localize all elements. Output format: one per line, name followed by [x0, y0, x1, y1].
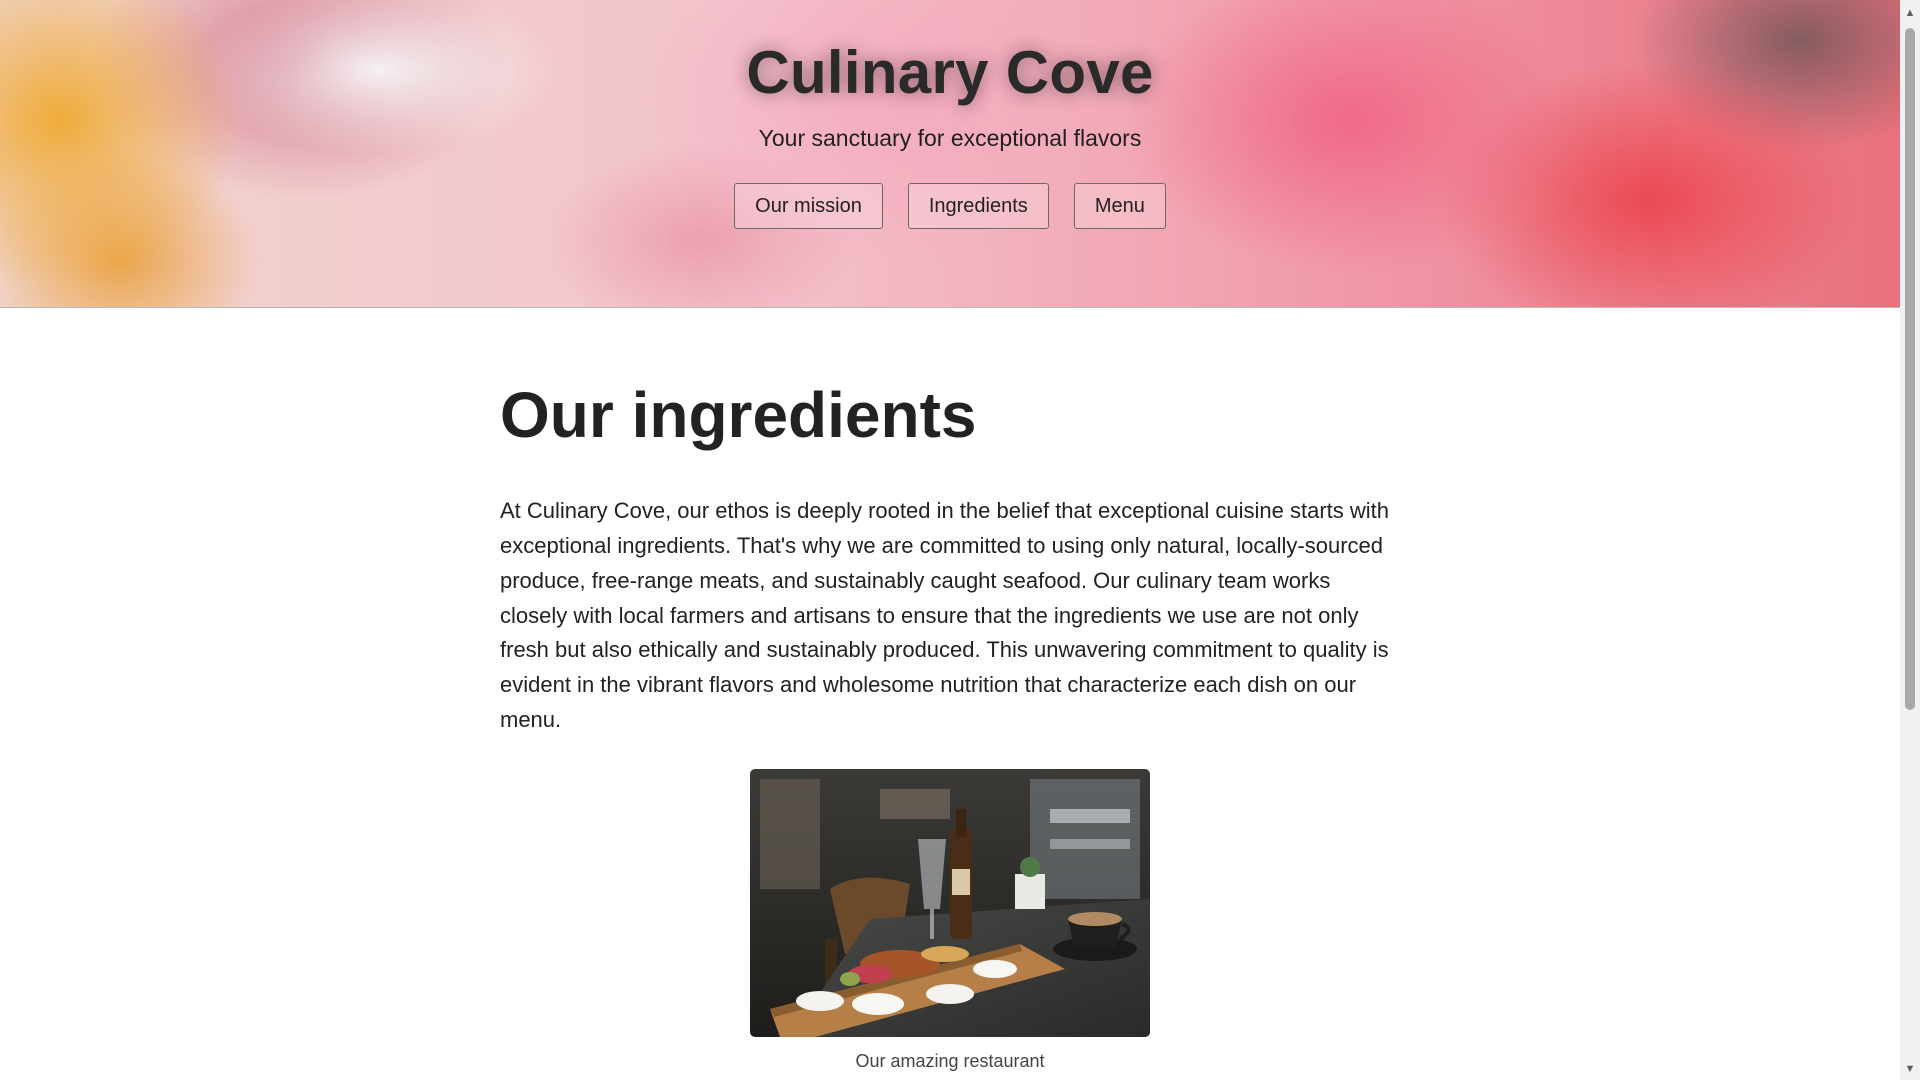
section-paragraph: At Culinary Cove, our ethos is deeply ro…: [500, 498, 1390, 732]
page: Culinary Cove Your sanctuary for excepti…: [0, 0, 1920, 1080]
nav-button-ingredients[interactable]: Ingredients: [907, 183, 1049, 229]
main-nav: Our mission Ingredients Menu: [0, 183, 1900, 229]
scrollbar-thumb[interactable]: [1905, 28, 1915, 710]
main-content: Our ingredients At Culinary Cove, our et…: [500, 308, 1400, 1072]
section-heading: Our ingredients: [500, 379, 977, 451]
restaurant-figure: Our amazing restaurant: [500, 769, 1400, 1072]
site-title: Culinary Cove: [746, 39, 1154, 106]
chevron-down-icon[interactable]: ▼: [1900, 1060, 1920, 1078]
restaurant-photo: [750, 769, 1150, 1038]
vertical-scrollbar[interactable]: ▲ ▼: [1900, 0, 1920, 1080]
hero-banner: Culinary Cove Your sanctuary for excepti…: [0, 0, 1900, 308]
photo-caption: Our amazing restaurant: [855, 1051, 1045, 1072]
hero-content: Culinary Cove Your sanctuary for excepti…: [0, 0, 1900, 229]
nav-button-our-mission[interactable]: Our mission: [734, 183, 883, 229]
site-tagline: Your sanctuary for exceptional flavors: [758, 125, 1142, 151]
nav-button-menu[interactable]: Menu: [1073, 183, 1166, 229]
chevron-up-icon[interactable]: ▲: [1900, 4, 1920, 22]
